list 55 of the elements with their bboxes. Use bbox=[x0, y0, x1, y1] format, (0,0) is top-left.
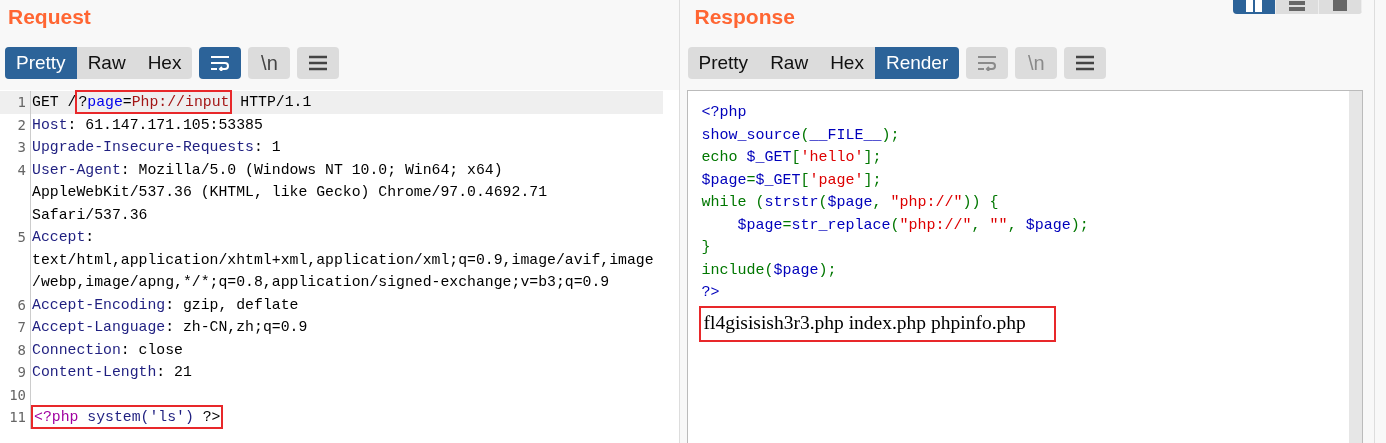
code-line: Upgrade-Insecure-Requests: 1 bbox=[31, 139, 281, 156]
view-tab[interactable]: Hex bbox=[136, 47, 193, 79]
scrollbar[interactable] bbox=[1349, 91, 1362, 443]
panel-title: Response bbox=[693, 4, 795, 29]
columns-icon bbox=[1245, 0, 1263, 12]
code-line: Safari/537.36 bbox=[31, 206, 148, 223]
menu-button[interactable] bbox=[297, 47, 340, 79]
view-tab[interactable]: Pretty bbox=[687, 47, 760, 79]
code-line: include($page); bbox=[701, 260, 838, 281]
menu-icon bbox=[308, 55, 329, 71]
wrap-icon bbox=[209, 55, 232, 71]
code-line: Connection: close bbox=[31, 341, 183, 358]
line-number: 7 bbox=[0, 316, 31, 339]
code-line: $page=str_replace("php://", "", $page); bbox=[736, 215, 1090, 236]
code-line: $page=$_GET['page']; bbox=[701, 170, 883, 191]
rows-icon bbox=[1288, 0, 1306, 12]
wrap-icon bbox=[976, 55, 999, 71]
code-line: AppleWebKit/537.36 (KHTML, like Gecko) Chrome/97.0.4692.71 bbox=[31, 184, 547, 201]
view-tab[interactable]: Hex bbox=[819, 47, 875, 79]
code-line: ?> bbox=[701, 283, 721, 303]
view-tab[interactable]: Raw bbox=[76, 47, 137, 79]
code-line: Content-Length: 21 bbox=[31, 364, 192, 381]
layout-button[interactable] bbox=[1233, 0, 1276, 14]
panel-title: Request bbox=[7, 4, 91, 29]
menu-icon bbox=[1075, 55, 1096, 71]
code-line: show_source(__FILE__); bbox=[701, 125, 901, 146]
code-line: Accept-Encoding: gzip, deflate bbox=[31, 296, 299, 313]
line-number: 9 bbox=[0, 361, 31, 384]
view-tab[interactable]: Raw bbox=[759, 47, 820, 79]
code-line: echo $_GET['hello']; bbox=[701, 148, 883, 168]
view-tab[interactable]: Render bbox=[874, 47, 960, 79]
line-number: 2 bbox=[0, 113, 31, 136]
code-line: /webp,image/apng,*/*;q=0.8,application/signed-exchange;v=b3;q=0.9 bbox=[31, 274, 610, 291]
view-tab[interactable]: Pretty bbox=[5, 47, 77, 79]
code-line: User-Agent: Mozilla/5.0 (Windows NT 10.0; Win64; x64) bbox=[31, 161, 503, 178]
newline-button[interactable]: \n bbox=[248, 47, 291, 79]
menu-button[interactable] bbox=[1064, 47, 1107, 79]
code-line: } bbox=[701, 238, 712, 258]
command-output: fl4gisisish3r3.php index.php phpinfo.php bbox=[698, 305, 1056, 342]
line-number: 4 bbox=[0, 158, 31, 181]
code-line: Host: 61.147.171.105:53385 bbox=[31, 116, 263, 133]
line-number: 3 bbox=[0, 136, 31, 159]
line-number: 1 bbox=[0, 91, 31, 114]
line-number: 6 bbox=[0, 293, 31, 316]
line-number: 11 bbox=[0, 406, 31, 429]
single-pane-icon bbox=[1332, 0, 1348, 12]
code-line: Accept-Language: zh-CN,zh;q=0.9 bbox=[31, 319, 308, 336]
code-line: <?php bbox=[701, 103, 748, 123]
code-line: text/html,application/xhtml+xml,application/xml;q=0.9,image/avif,image bbox=[31, 251, 654, 268]
wrap-button[interactable] bbox=[199, 47, 242, 79]
line-number: 8 bbox=[0, 338, 31, 361]
line-number: 5 bbox=[0, 226, 31, 249]
code-line: while (strstr($page, "php://")) { bbox=[701, 193, 1000, 213]
line-number: 10 bbox=[0, 383, 31, 406]
code-line: Accept: bbox=[31, 229, 95, 246]
